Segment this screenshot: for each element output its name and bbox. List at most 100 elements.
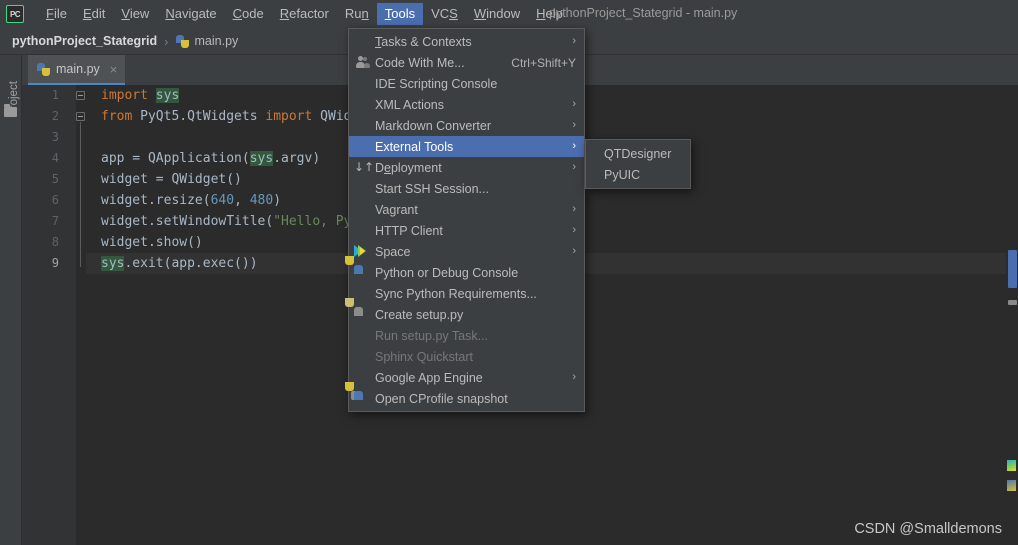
menu-item-start-ssh-session[interactable]: Start SSH Session... — [349, 178, 584, 199]
token-show-call: widget.show() — [101, 235, 203, 250]
line-number: 6 — [51, 193, 59, 207]
external-tools-submenu[interactable]: QTDesigner PyUIC — [585, 139, 691, 189]
editor-scrollbar[interactable] — [1006, 85, 1018, 545]
token-app-assign: app = QApplication( — [101, 151, 250, 166]
menu-item-tasks-contexts[interactable]: Tasks & Contexts › — [349, 31, 584, 52]
breadcrumb-file[interactable]: main.py — [195, 34, 239, 48]
menubar-item-vcs[interactable]: VCS — [423, 3, 466, 25]
folder-icon[interactable] — [4, 104, 17, 117]
menu-item-create-setup-py[interactable]: Create setup.py — [345, 297, 584, 325]
menu-item-python-or-debug-console[interactable]: Python or Debug Console — [345, 255, 584, 283]
menu-item-label: Vagrant — [375, 202, 418, 217]
editor-tab-main-py[interactable]: main.py × — [28, 55, 126, 85]
pycharm-logo-icon: PC — [6, 5, 24, 23]
menu-item-sync-python-requirements[interactable]: Sync Python Requirements... — [349, 283, 584, 304]
pycharm-window: PC File Edit View Navigate Code Refactor Run To… — [0, 0, 1018, 545]
menu-item-label: Python or Debug Console — [375, 265, 519, 280]
line-number: 8 — [51, 235, 59, 249]
watermark: CSDN @Smalldemons — [854, 521, 1002, 537]
menubar-item-run[interactable]: Run — [337, 3, 377, 25]
line-number: 2 — [51, 109, 59, 123]
menubar-item-window[interactable]: Window — [466, 3, 528, 25]
token-widget-assign: widget = QWidget() — [101, 172, 242, 187]
menubar-item-edit[interactable]: Edit — [75, 3, 113, 25]
people-icon — [354, 55, 370, 71]
menu-item-label: Sync Python Requirements... — [375, 286, 537, 301]
line-number: 4 — [51, 151, 59, 165]
menu-item-xml-actions[interactable]: XML Actions › — [349, 94, 584, 115]
chevron-right-icon: › — [572, 245, 576, 257]
python-setup-icon — [345, 297, 370, 323]
chevron-right-icon: › — [572, 35, 576, 47]
chevron-right-icon: › — [572, 224, 576, 236]
token-keyword-import: import — [265, 109, 313, 124]
menu-item-label: Google App Engine — [375, 370, 483, 385]
menu-item-external-tools[interactable]: External Tools › — [349, 136, 584, 157]
menu-item-label: External Tools — [375, 139, 454, 154]
menu-item-sphinx-quickstart: Sphinx Quickstart — [349, 346, 584, 367]
token-settitle-call: widget.setWindowTitle( — [101, 214, 274, 229]
menu-item-label: Create setup.py — [375, 307, 464, 322]
token-keyword: import — [101, 88, 148, 103]
window-title: pythonProject_Stategrid - main.py — [549, 6, 738, 20]
color-preview-chip — [1007, 460, 1016, 471]
menu-item-label: HTTP Client — [375, 223, 443, 238]
breadcrumb-project[interactable]: pythonProject_Stategrid — [12, 34, 157, 48]
scrollbar-marker[interactable] — [1008, 300, 1017, 305]
color-preview-chip — [1007, 480, 1016, 491]
sidebar-item-project[interactable]: Project — [8, 69, 20, 129]
token-number-640: 640 — [210, 193, 235, 208]
menu-item-label: Code With Me... — [375, 55, 465, 70]
menu-item-space[interactable]: Space › — [349, 241, 584, 262]
menu-item-vagrant[interactable]: Vagrant › — [349, 199, 584, 220]
menubar-item-file[interactable]: File — [38, 3, 75, 25]
menu-item-google-app-engine[interactable]: Google App Engine › — [349, 367, 584, 388]
line-number-current: 9 — [51, 256, 59, 270]
line-number: 7 — [51, 214, 59, 228]
token-paren: ) — [273, 193, 282, 208]
menu-item-deployment[interactable]: ↓↑ Deployment › — [349, 157, 584, 178]
menu-item-markdown-converter[interactable]: Markdown Converter › — [349, 115, 584, 136]
menu-item-shortcut: Ctrl+Shift+Y — [511, 55, 576, 70]
token-keyword-from: from — [101, 109, 133, 124]
python-file-icon — [37, 62, 50, 76]
token-highlighted-sys: sys — [249, 151, 274, 166]
chevron-right-icon: › — [572, 161, 576, 173]
menubar-item-view[interactable]: View — [113, 3, 157, 25]
menubar-item-refactor[interactable]: Refactor — [272, 3, 337, 25]
token-comma: , — [234, 193, 250, 208]
space-icon — [354, 244, 370, 260]
token-resize-call: widget.resize( — [101, 193, 211, 208]
close-icon[interactable]: × — [110, 63, 118, 76]
menubar-item-tools[interactable]: Tools — [376, 3, 424, 25]
tools-dropdown-menu[interactable]: Tasks & Contexts › Code With Me... Ctrl+Shi… — [345, 28, 585, 412]
tab-label: main.py — [56, 62, 100, 76]
token-exit-call: .exit(app.exec()) — [124, 256, 258, 271]
python-icon — [345, 255, 370, 281]
menu-item-label: Open CProfile snapshot — [375, 391, 508, 406]
menu-item-label: Space — [375, 244, 411, 259]
left-tool-strip: Project — [0, 55, 22, 545]
menu-item-code-with-me[interactable]: Code With Me... Ctrl+Shift+Y — [349, 52, 584, 73]
chevron-right-icon: › — [572, 119, 576, 131]
submenu-item-qtdesigner[interactable]: QTDesigner — [586, 143, 690, 164]
chevron-right-icon: › — [572, 371, 576, 383]
token-argv: .argv) — [273, 151, 321, 166]
menu-item-label: Markdown Converter — [375, 118, 492, 133]
submenu-item-pyuic[interactable]: PyUIC — [586, 164, 690, 185]
scrollbar-thumb[interactable] — [1008, 250, 1017, 288]
menu-item-open-cprofile-snapshot[interactable]: Open CProfile snapshot — [345, 381, 584, 409]
menu-item-ide-scripting-console[interactable]: IDE Scripting Console — [349, 73, 584, 94]
menu-item-label: Tasks & Contexts — [375, 34, 472, 49]
menu-item-label: Deployment — [375, 160, 442, 175]
python-file-icon — [175, 34, 189, 48]
menu-item-run-setup-py-task: Run setup.py Task... — [349, 325, 584, 346]
menu-item-http-client[interactable]: HTTP Client › — [349, 220, 584, 241]
chevron-right-icon: › — [572, 203, 576, 215]
menubar-item-code[interactable]: Code — [225, 3, 272, 25]
token-number-480: 480 — [249, 193, 274, 208]
token-module: PyQt5.QtWidgets — [140, 109, 258, 124]
menubar-item-navigate[interactable]: Navigate — [157, 3, 224, 25]
token-highlighted-sys: sys — [155, 88, 180, 103]
chevron-right-icon: › — [572, 140, 576, 152]
